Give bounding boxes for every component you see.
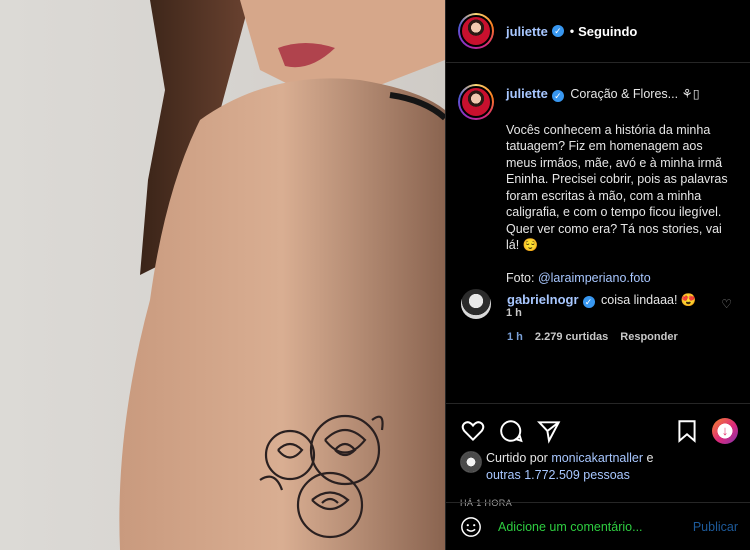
following-button[interactable]: Seguindo xyxy=(578,24,637,39)
comment-text: coisa lindaaa! 😍 xyxy=(601,293,697,307)
post-sidebar: juliette ✓ • Seguindo juliette ✓ Coração … xyxy=(445,0,750,550)
photographer-mention[interactable]: @laraimperiano.foto xyxy=(538,271,651,285)
comment-likes[interactable]: 2.279 curtidas xyxy=(535,331,608,343)
verified-icon: ✓ xyxy=(551,90,564,102)
verified-icon: ✓ xyxy=(582,296,595,308)
likes-summary: Curtido por monicakartnaller e outras 1.… xyxy=(446,450,750,484)
send-icon[interactable] xyxy=(536,418,562,444)
heart-icon[interactable] xyxy=(460,418,486,444)
comment-icon[interactable] xyxy=(498,418,524,444)
bookmark-icon[interactable] xyxy=(674,418,700,444)
author-avatar[interactable] xyxy=(458,13,494,49)
emoji-icon[interactable] xyxy=(460,516,482,538)
verified-icon: ✓ xyxy=(551,25,564,37)
others-likes-link[interactable]: outras 1.772.509 pessoas xyxy=(486,468,630,482)
liker-username[interactable]: monicakartnaller xyxy=(551,451,643,465)
commenter-username[interactable]: gabrielnogr xyxy=(507,292,579,307)
notification-icon[interactable]: ↓ xyxy=(712,418,738,444)
comment-meta: 1 h 2.279 curtidas Responder xyxy=(507,331,738,343)
comments-section: juliette ✓ Coração & Flores... ⚘▯ Vocês c… xyxy=(446,64,750,403)
separator-dot: • xyxy=(569,24,575,38)
comment-input[interactable] xyxy=(498,519,693,534)
caption-username[interactable]: juliette xyxy=(506,86,548,101)
caption: juliette ✓ Coração & Flores... ⚘▯ Vocês c… xyxy=(458,84,738,321)
add-comment-bar: Publicar xyxy=(446,502,750,550)
comment-item: gabrielnogr ✓ coisa lindaaa! 😍 ♡ 1 h 2.27… xyxy=(458,289,738,343)
caption-avatar[interactable] xyxy=(458,84,494,120)
publish-button[interactable]: Publicar xyxy=(693,520,738,534)
post-photo xyxy=(0,0,445,550)
photo-illustration xyxy=(119,0,445,550)
caption-text: Vocês conhecem a história da minha tatua… xyxy=(506,122,728,253)
liker-avatar[interactable] xyxy=(460,451,482,473)
comment-like-heart-icon[interactable]: ♡ xyxy=(721,297,732,311)
comment-time: 1 h xyxy=(507,331,523,343)
reply-button[interactable]: Responder xyxy=(620,331,677,343)
post-actions: ↓ Curtido por monicakartnaller e outras … xyxy=(446,403,750,550)
post-header: juliette ✓ • Seguindo xyxy=(446,0,750,63)
photo-credit: Foto: @laraimperiano.foto xyxy=(506,271,651,285)
author-username[interactable]: juliette xyxy=(506,24,548,39)
commenter-avatar[interactable] xyxy=(461,289,491,319)
caption-title: Coração & Flores... ⚘▯ xyxy=(570,87,700,101)
